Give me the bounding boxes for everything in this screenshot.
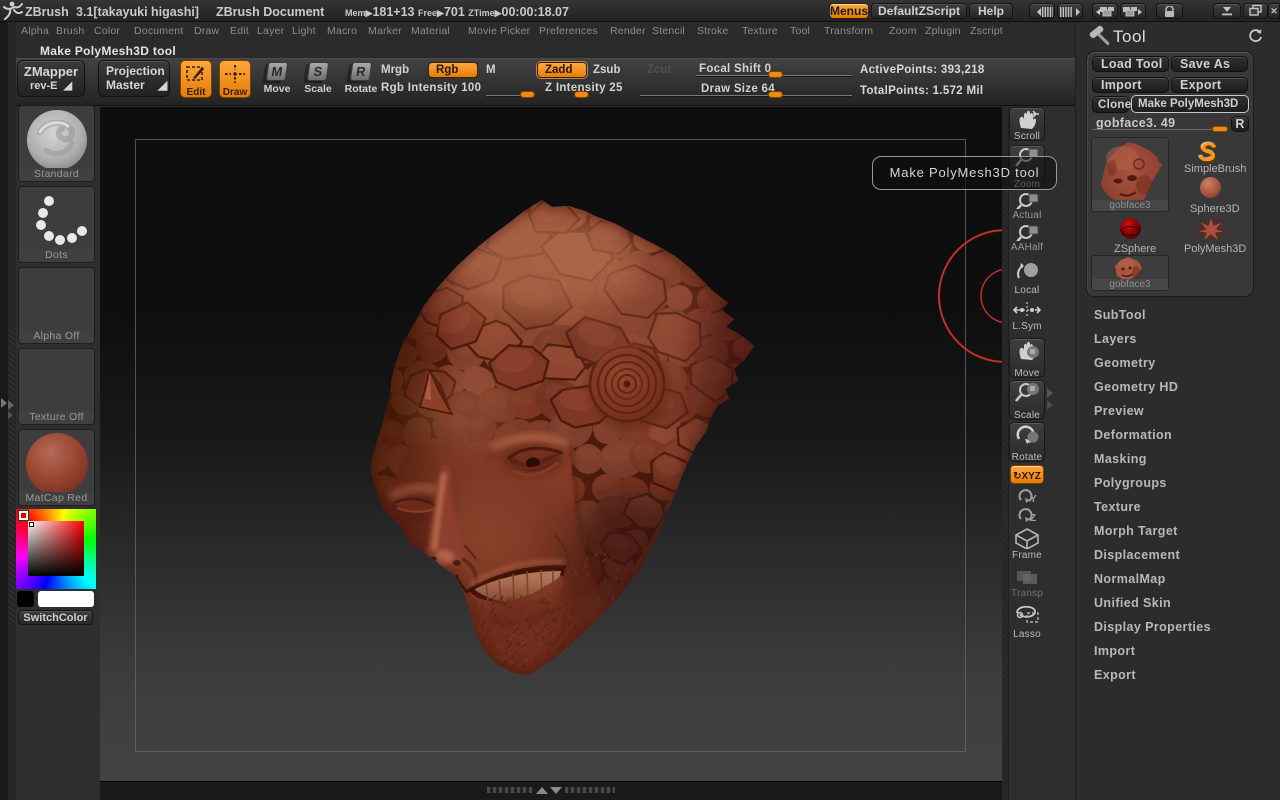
svg-text:Z: Z <box>1030 513 1036 524</box>
svg-text:Y: Y <box>1030 494 1037 505</box>
